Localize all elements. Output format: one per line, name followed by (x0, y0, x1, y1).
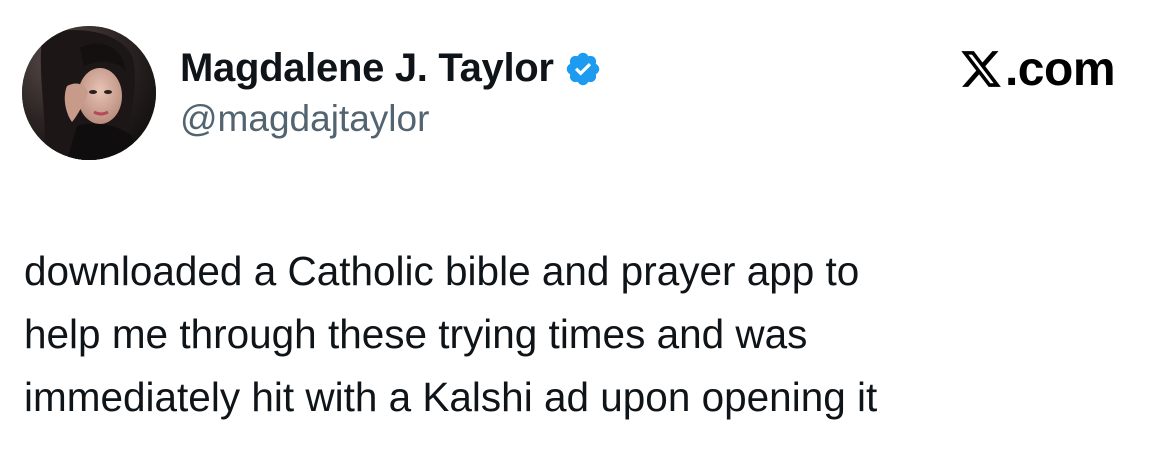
author-avatar[interactable] (22, 26, 156, 160)
tweet-body: downloaded a Catholic bible and prayer a… (24, 240, 1134, 429)
tweet-text-line: help me through these trying times and w… (24, 311, 808, 357)
author-handle[interactable]: @magdajtaylor (180, 98, 429, 140)
author-display-name[interactable]: Magdalene J. Taylor (180, 46, 554, 91)
tweet-text-line: immediately hit with a Kalshi ad upon op… (24, 374, 878, 420)
site-brand[interactable]: .com (959, 38, 1116, 100)
site-brand-domain: .com (1004, 42, 1116, 96)
tweet-text-line: downloaded a Catholic bible and prayer a… (24, 248, 860, 294)
verified-badge-icon (564, 50, 602, 88)
avatar-photo (22, 26, 156, 160)
tweet-card: Magdalene J. Taylor @magdajtaylor .com d… (0, 0, 1155, 474)
x-logo-icon (959, 47, 1003, 91)
author-name-row: Magdalene J. Taylor (180, 40, 602, 96)
